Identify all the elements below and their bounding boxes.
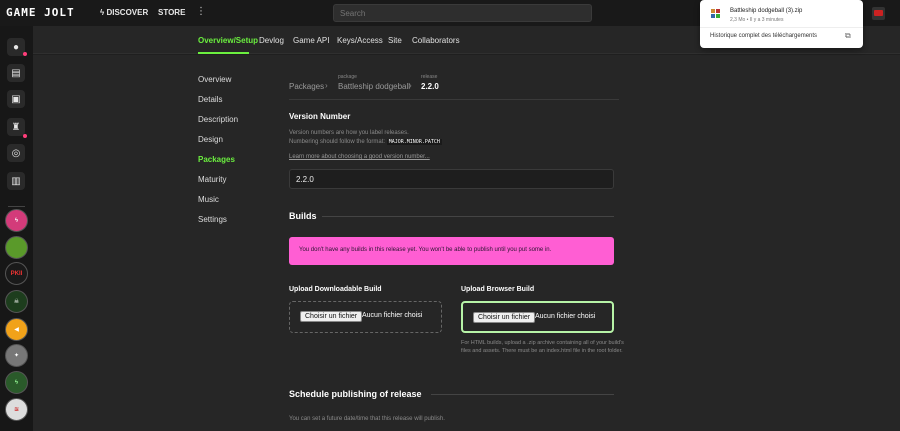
version-help-line1: Version numbers are how you label releas… <box>289 130 409 136</box>
browser-build-help: For HTML builds, upload a .zip archive c… <box>461 340 624 354</box>
breadcrumb-packages[interactable]: Packages <box>289 82 324 91</box>
more-vertical-icon[interactable]: ⋮ <box>196 6 206 17</box>
downloadable-build-label: Upload Downloadable Build <box>289 286 382 293</box>
tab-site[interactable]: Site <box>388 36 402 45</box>
discover-label: DISCOVER <box>106 8 149 17</box>
downloadable-build-dropzone[interactable]: Choisir un fichier Aucun fichier choisi <box>289 301 442 333</box>
game-thumb-4[interactable]: ☠ <box>5 290 28 313</box>
no-file-chosen-browser: Aucun fichier choisi <box>535 313 596 320</box>
version-heading: Version Number <box>289 112 351 121</box>
version-number-input[interactable]: 2.2.0 <box>289 169 614 189</box>
trophy-icon[interactable]: ♜ <box>7 118 25 136</box>
browser-build-dropzone[interactable]: Choisir un fichier Aucun fichier choisi <box>461 301 614 333</box>
menu-settings[interactable]: Settings <box>198 215 227 224</box>
download-filename[interactable]: Battleship dodgeball (3).zip <box>730 8 802 14</box>
menu-packages[interactable]: Packages <box>198 155 235 164</box>
store-icon[interactable]: ▤ <box>7 64 25 82</box>
zip-file-icon <box>711 9 720 19</box>
game-thumb-2[interactable] <box>5 236 28 259</box>
download-meta: 2,3 Mo • Il y a 3 minutes <box>730 17 784 23</box>
choose-file-button[interactable]: Choisir un fichier <box>300 311 363 322</box>
search-input[interactable] <box>333 4 592 22</box>
popup-divider <box>700 27 863 28</box>
game-thumb-8[interactable]: ≋ <box>5 398 28 421</box>
external-link-icon[interactable]: ⧉ <box>845 31 851 41</box>
schedule-rule <box>431 394 614 395</box>
flash-icon: ϟ <box>100 8 105 17</box>
sidebar-divider <box>8 206 25 207</box>
chevron-right-icon: › <box>325 81 328 90</box>
download-popup: Battleship dodgeball (3).zip 2,3 Mo • Il… <box>700 0 863 48</box>
notification-dot-2 <box>23 134 27 138</box>
game-jolt-logo[interactable]: GAME JOLT <box>6 6 75 19</box>
game-thumb-6[interactable]: ✦ <box>5 344 28 367</box>
left-sidebar: ● ▤ ▣ ♜ ◎ ▥ ϟ PKII ☠ ◀ ✦ ϟ ≋ <box>0 26 33 431</box>
backpack-icon[interactable]: ▣ <box>7 90 25 108</box>
schedule-help: You can set a future date/time that this… <box>289 416 445 422</box>
game-thumb-3[interactable]: PKII <box>5 262 28 285</box>
tab-overview-setup[interactable]: Overview/Setup <box>198 36 258 45</box>
breadcrumb-release: 2.2.0 <box>421 82 439 91</box>
notification-dot <box>23 52 27 56</box>
user-avatar[interactable] <box>872 7 885 20</box>
schedule-heading: Schedule publishing of release <box>289 389 422 399</box>
no-file-chosen: Aucun fichier choisi <box>362 312 423 319</box>
discover-link[interactable]: ϟ DISCOVER <box>100 8 148 17</box>
tab-devlog[interactable]: Devlog <box>259 36 284 45</box>
menu-details[interactable]: Details <box>198 95 222 104</box>
builds-heading: Builds <box>289 211 317 221</box>
choose-file-button-browser[interactable]: Choisir un fichier <box>473 312 536 323</box>
store-link[interactable]: STORE <box>158 8 185 17</box>
learn-more-link[interactable]: Learn more about choosing a good version… <box>289 154 430 160</box>
game-thumb-7[interactable]: ϟ <box>5 371 28 394</box>
tab-keys-access[interactable]: Keys/Access <box>337 36 383 45</box>
breadcrumb-release-tag: release <box>421 74 438 80</box>
download-history-link[interactable]: Historique complet des téléchargements <box>710 33 817 39</box>
version-help-line2: Numbering should follow the format: MAJO… <box>289 138 442 147</box>
game-thumb-1[interactable]: ϟ <box>5 209 28 232</box>
chat-icon[interactable]: ◎ <box>7 144 25 162</box>
browser-build-label: Upload Browser Build <box>461 286 535 293</box>
menu-overview[interactable]: Overview <box>198 75 231 84</box>
breadcrumb-divider <box>289 99 619 100</box>
tab-game-api[interactable]: Game API <box>293 36 329 45</box>
tab-collaborators[interactable]: Collaborators <box>412 36 460 45</box>
version-format: MAJOR.MINOR.PATCH <box>386 139 442 145</box>
game-thumb-5[interactable]: ◀ <box>5 318 28 341</box>
breadcrumb-package-tag: package <box>338 74 357 80</box>
chevron-right-icon-2: › <box>409 81 412 90</box>
app-root: GAME JOLT ϟ DISCOVER STORE ⋮ ● ▤ ▣ ♜ ◎ ▥… <box>0 0 900 431</box>
main-content: Overview Details Description Design Pack… <box>33 55 900 431</box>
menu-maturity[interactable]: Maturity <box>198 175 226 184</box>
no-builds-alert: You don't have any builds in this releas… <box>289 237 614 265</box>
menu-music[interactable]: Music <box>198 195 219 204</box>
library-icon[interactable]: ▥ <box>7 172 25 190</box>
breadcrumb-package[interactable]: Battleship dodgeball <box>338 82 410 91</box>
version-help: Version numbers are how you label releas… <box>289 129 442 147</box>
builds-rule <box>322 216 614 217</box>
menu-description[interactable]: Description <box>198 115 238 124</box>
active-tab-underline <box>198 52 249 54</box>
version-help-line2-text: Numbering should follow the format: <box>289 139 386 145</box>
menu-design[interactable]: Design <box>198 135 223 144</box>
